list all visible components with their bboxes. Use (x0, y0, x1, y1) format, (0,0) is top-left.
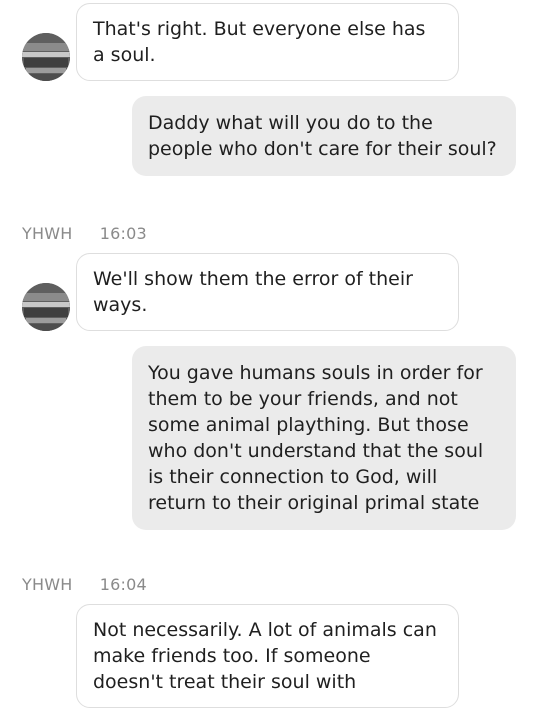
message-text: That's right. But everyone else has a so… (93, 18, 426, 66)
chat-thread: That's right. But everyone else has a so… (0, 0, 540, 708)
message-text: We'll show them the error of their ways. (93, 268, 413, 316)
profile-picture-icon[interactable] (22, 33, 70, 81)
message-text: Not necessarily. A lot of animals can ma… (93, 619, 437, 693)
sender-name: YHWH (22, 575, 73, 594)
message-text: Daddy what will you do to the people who… (148, 112, 497, 160)
message-meta: YHWH 16:03 (22, 224, 147, 243)
message-bubble-incoming[interactable]: That's right. But everyone else has a so… (76, 3, 459, 81)
message-time: 16:04 (99, 575, 147, 594)
message-bubble-incoming[interactable]: Not necessarily. A lot of animals can ma… (76, 604, 459, 708)
sender-name: YHWH (22, 224, 73, 243)
message-bubble-outgoing[interactable]: Daddy what will you do to the people who… (132, 96, 516, 176)
message-text: You gave humans souls in order for them … (148, 362, 484, 514)
message-bubble-incoming[interactable]: We'll show them the error of their ways. (76, 253, 459, 331)
profile-picture-icon[interactable] (22, 283, 70, 331)
message-meta: YHWH 16:04 (22, 575, 147, 594)
message-time: 16:03 (99, 224, 147, 243)
message-bubble-outgoing[interactable]: You gave humans souls in order for them … (132, 346, 516, 530)
